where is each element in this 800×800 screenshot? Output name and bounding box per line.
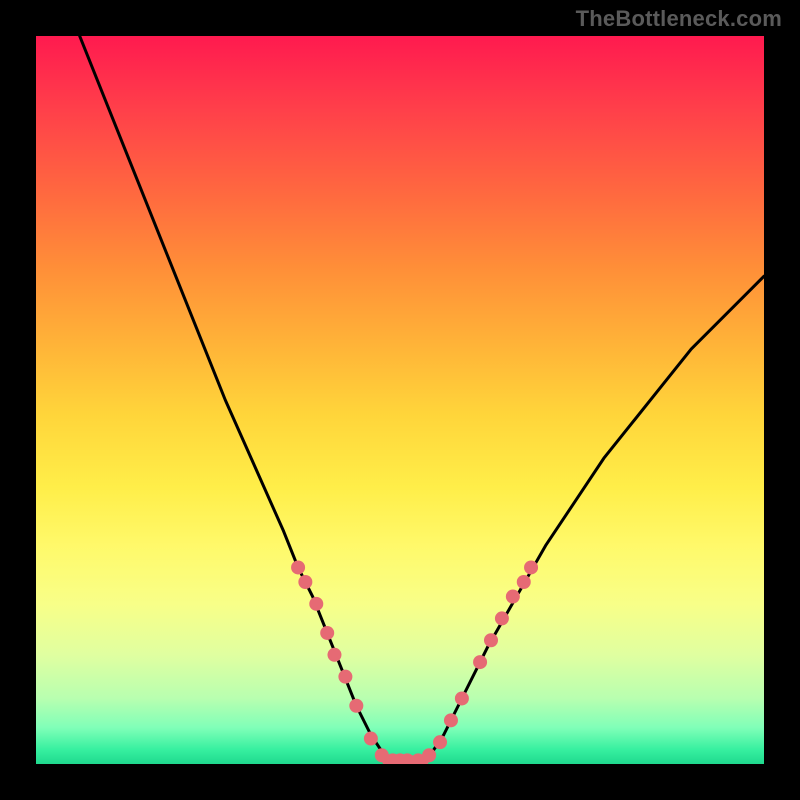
data-dot (327, 648, 341, 662)
data-dot (291, 560, 305, 574)
data-dot (298, 575, 312, 589)
data-dot (484, 633, 498, 647)
data-dot (506, 590, 520, 604)
data-dot (524, 560, 538, 574)
data-dot (495, 611, 509, 625)
data-dot (349, 699, 363, 713)
data-dot (338, 670, 352, 684)
data-dot (455, 691, 469, 705)
branding-watermark: TheBottleneck.com (576, 6, 782, 32)
data-dot (309, 597, 323, 611)
data-dot (422, 748, 436, 762)
chart-frame: TheBottleneck.com (0, 0, 800, 800)
chart-plot-area (36, 36, 764, 764)
data-dot (444, 713, 458, 727)
data-dot (473, 655, 487, 669)
data-dot (433, 735, 447, 749)
data-dot (320, 626, 334, 640)
data-dot (364, 732, 378, 746)
bottleneck-curve (80, 36, 764, 764)
data-dot (517, 575, 531, 589)
chart-svg (36, 36, 764, 764)
